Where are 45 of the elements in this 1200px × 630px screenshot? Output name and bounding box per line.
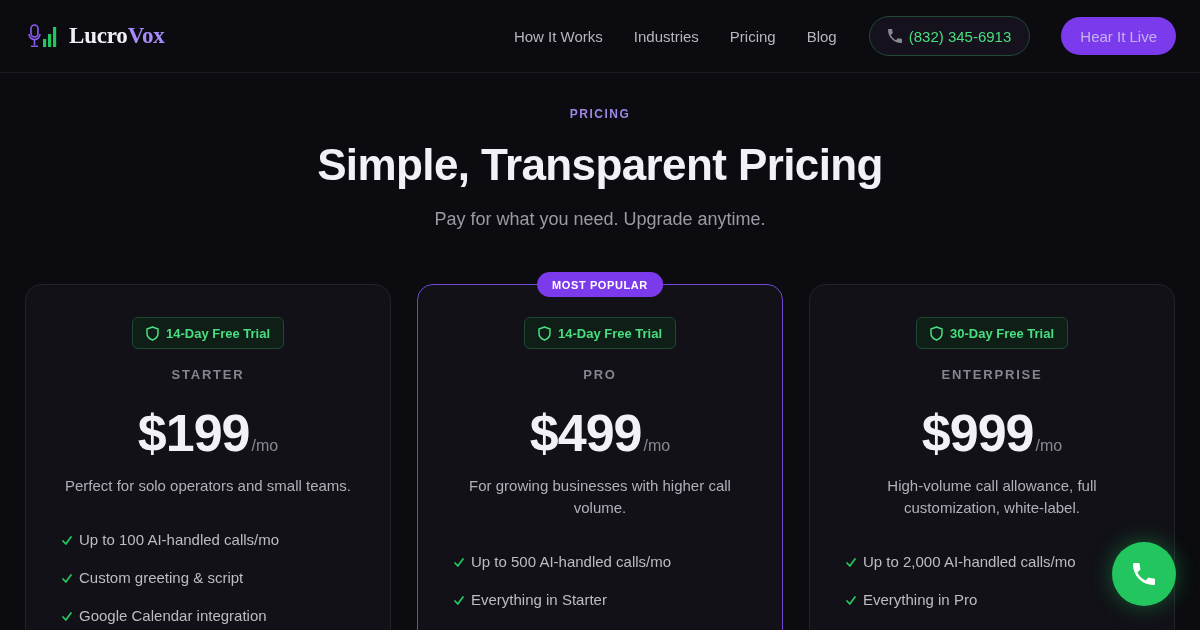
nav-link[interactable]: Pricing: [729, 27, 776, 45]
trial-label: 14-Day Free Trial: [165, 325, 271, 341]
price-period: /mo: [643, 437, 671, 455]
feature-text: Up to 2,000 AI-handled calls/mo: [863, 552, 1076, 572]
shield-icon: [145, 325, 159, 341]
phone-icon: [887, 29, 902, 43]
nav-link[interactable]: How It Works: [513, 27, 603, 45]
check-icon: [846, 595, 856, 605]
trial-label: 30-Day Free Trial: [949, 325, 1055, 341]
plan-price: $199: [137, 403, 250, 463]
nav-link[interactable]: Industries: [633, 27, 699, 45]
plan-description: Perfect for solo operators and small teams.: [65, 476, 351, 496]
check-icon: [454, 557, 464, 567]
trial-label: 14-Day Free Trial: [557, 325, 663, 341]
check-icon: [62, 573, 72, 583]
plan-description: For growing businesses with higher call volume.: [468, 476, 732, 518]
check-icon: [62, 611, 72, 621]
section-eyebrow: PRICING: [568, 106, 632, 122]
feature-text: Everything in Starter: [471, 590, 607, 610]
shield-icon: [537, 325, 551, 341]
plan-name: STARTER: [171, 366, 245, 384]
plan-description: High-volume call allowance, full customization, white-label.: [886, 476, 1098, 518]
plan-price: $499: [529, 403, 642, 463]
nav-link[interactable]: Blog: [806, 27, 837, 45]
phone-button[interactable]: (832) 345-6913: [868, 16, 1031, 56]
plan-name: PRO: [583, 366, 617, 384]
microphone-bars-icon: [28, 24, 58, 48]
price-period: /mo: [251, 437, 279, 455]
plan-price: $999: [921, 403, 1034, 463]
feature-text: Up to 100 AI-handled calls/mo: [79, 530, 280, 550]
feature-text: Everything in Pro: [863, 590, 978, 610]
brand-name[interactable]: LucroVox: [69, 23, 165, 49]
phone-icon: [1133, 563, 1155, 585]
feature-text: Up to 500 AI-handled calls/mo: [471, 552, 672, 572]
feature-text: Custom greeting & script: [79, 568, 244, 588]
section-title: Simple, Transparent Pricing: [316, 139, 884, 191]
check-icon: [454, 595, 464, 605]
plan-name: ENTERPRISE: [941, 366, 1043, 384]
shield-icon: [929, 325, 943, 341]
check-icon: [846, 557, 856, 567]
most-popular-badge: MOST POPULAR: [537, 272, 663, 297]
price-period: /mo: [1035, 437, 1063, 455]
feature-text: Google Calendar integration: [79, 606, 267, 626]
check-icon: [62, 535, 72, 545]
section-subtitle: Pay for what you need. Upgrade anytime.: [433, 208, 767, 231]
